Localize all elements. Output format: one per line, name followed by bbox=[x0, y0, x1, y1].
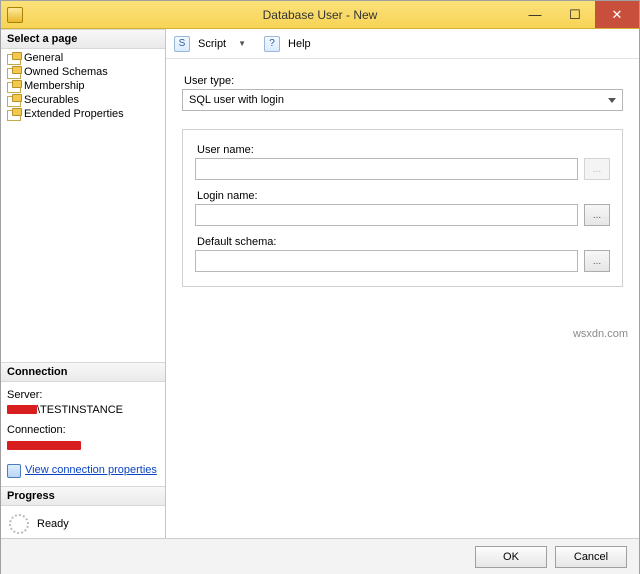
page-item-securables[interactable]: Securables bbox=[5, 93, 165, 107]
redacted-text bbox=[7, 405, 37, 414]
script-button[interactable]: Script bbox=[194, 38, 230, 50]
dialog-footer: OK Cancel bbox=[1, 538, 639, 574]
page-label: General bbox=[24, 52, 63, 64]
page-label: Owned Schemas bbox=[24, 66, 108, 78]
minimize-button[interactable]: — bbox=[515, 1, 555, 28]
user-fields-group: User name: ... Login name: ... Default s… bbox=[182, 129, 623, 287]
form-panel: User type: SQL user with login User name… bbox=[166, 59, 639, 295]
page-icon bbox=[7, 94, 21, 106]
title-bar: Database User - New — ☐ ✕ bbox=[1, 1, 639, 29]
page-list: General Owned Schemas Membership Securab… bbox=[1, 49, 165, 129]
progress-spinner-icon bbox=[9, 514, 29, 534]
watermark: wsxdn.com bbox=[573, 328, 628, 340]
script-dropdown[interactable]: ▼ bbox=[234, 39, 250, 48]
select-page-header: Select a page bbox=[1, 29, 165, 49]
page-item-owned-schemas[interactable]: Owned Schemas bbox=[5, 65, 165, 79]
ok-button[interactable]: OK bbox=[475, 546, 547, 568]
maximize-button[interactable]: ☐ bbox=[555, 1, 595, 28]
toolbar: S Script ▼ ? Help bbox=[166, 29, 639, 59]
page-icon bbox=[7, 52, 21, 64]
default-schema-browse-button[interactable]: ... bbox=[584, 250, 610, 272]
page-item-general[interactable]: General bbox=[5, 51, 165, 65]
progress-status: Ready bbox=[37, 518, 69, 530]
default-schema-input[interactable] bbox=[195, 250, 578, 272]
login-name-browse-button[interactable]: ... bbox=[584, 204, 610, 226]
server-label: Server: bbox=[7, 388, 159, 403]
page-icon bbox=[7, 80, 21, 92]
redacted-text bbox=[7, 441, 81, 450]
script-icon: S bbox=[174, 36, 190, 52]
properties-icon bbox=[7, 464, 21, 478]
page-label: Securables bbox=[24, 94, 79, 106]
server-value: \TESTINSTANCE bbox=[7, 403, 159, 418]
connection-value bbox=[7, 438, 159, 453]
login-name-input[interactable] bbox=[195, 204, 578, 226]
default-schema-label: Default schema: bbox=[197, 236, 610, 248]
view-connection-link: View connection properties bbox=[25, 463, 157, 478]
connection-label: Connection: bbox=[7, 423, 159, 438]
page-icon bbox=[7, 66, 21, 78]
user-name-input[interactable] bbox=[195, 158, 578, 180]
cancel-button[interactable]: Cancel bbox=[555, 546, 627, 568]
login-name-label: Login name: bbox=[197, 190, 610, 202]
page-icon bbox=[7, 108, 21, 120]
progress-body: Ready bbox=[1, 506, 165, 538]
connection-body: Server: \TESTINSTANCE Connection: View c… bbox=[1, 382, 165, 486]
server-suffix: \TESTINSTANCE bbox=[37, 404, 123, 416]
close-button[interactable]: ✕ bbox=[595, 1, 639, 28]
user-type-select[interactable]: SQL user with login bbox=[182, 89, 623, 111]
user-type-label: User type: bbox=[184, 75, 623, 87]
help-icon: ? bbox=[264, 36, 280, 52]
page-label: Extended Properties bbox=[24, 108, 124, 120]
app-icon bbox=[7, 7, 23, 23]
page-item-extended-properties[interactable]: Extended Properties bbox=[5, 107, 165, 121]
page-item-membership[interactable]: Membership bbox=[5, 79, 165, 93]
progress-header: Progress bbox=[1, 486, 165, 506]
content-pane: S Script ▼ ? Help User type: SQL user wi… bbox=[166, 29, 639, 538]
page-label: Membership bbox=[24, 80, 85, 92]
user-name-browse-button: ... bbox=[584, 158, 610, 180]
sidebar: Select a page General Owned Schemas Memb… bbox=[1, 29, 166, 538]
connection-header: Connection bbox=[1, 362, 165, 382]
user-name-label: User name: bbox=[197, 144, 610, 156]
view-connection-properties[interactable]: View connection properties bbox=[7, 463, 159, 478]
user-type-value: SQL user with login bbox=[189, 94, 284, 106]
help-button[interactable]: Help bbox=[284, 38, 315, 50]
window-buttons: — ☐ ✕ bbox=[515, 1, 639, 28]
